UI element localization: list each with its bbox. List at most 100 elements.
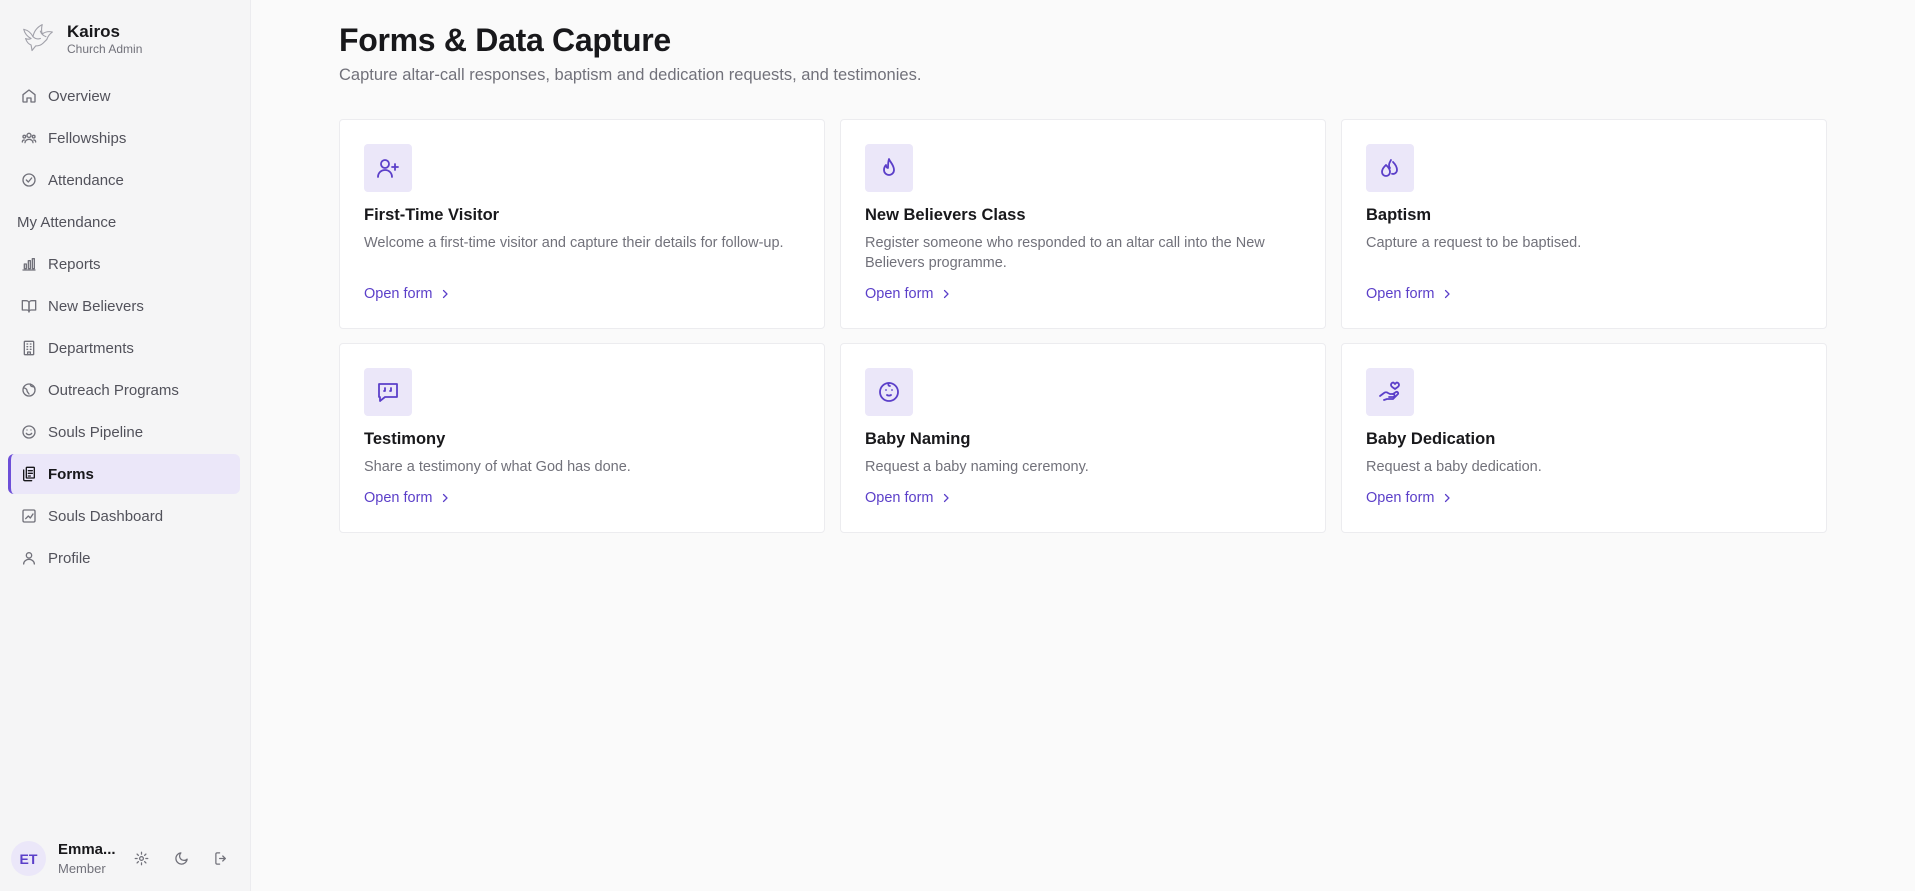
card-description: Register someone who responded to an alt… <box>865 235 1265 271</box>
gear-icon <box>134 851 148 865</box>
open-form-label: Open form <box>865 286 934 302</box>
theme-toggle-button[interactable] <box>172 849 190 867</box>
form-card-baby-naming[interactable]: Baby Naming Request a baby naming ceremo… <box>840 343 1326 533</box>
card-title: Testimony <box>364 430 446 448</box>
chevron-right-icon <box>943 289 949 299</box>
card-description: Share a testimony of what God has done. <box>364 459 631 475</box>
form-card-testimony[interactable]: Testimony Share a testimony of what God … <box>339 343 825 533</box>
moon-icon <box>174 851 188 865</box>
card-icon-box <box>364 368 412 416</box>
smile-icon <box>22 425 36 439</box>
card-description: Capture a request to be baptised. <box>1366 235 1582 251</box>
chevron-right-icon <box>943 493 949 503</box>
sidebar-item-label: Fellowships <box>48 129 127 147</box>
card-icon-box <box>865 368 913 416</box>
sidebar-item-reports[interactable]: Reports <box>8 244 240 284</box>
open-form-label: Open form <box>865 490 934 506</box>
open-form-link[interactable]: Open form <box>1366 286 1453 302</box>
card-title: Baby Dedication <box>1366 430 1496 448</box>
flame-icon <box>883 158 895 176</box>
card-icon-box <box>1366 144 1414 192</box>
card-description: Welcome a first-time visitor and capture… <box>364 235 784 251</box>
sidebar-item-souls-dashboard[interactable]: Souls Dashboard <box>8 496 240 536</box>
open-form-label: Open form <box>1366 286 1435 302</box>
hand-heart-icon <box>1379 381 1400 401</box>
card-icon-box <box>865 144 913 192</box>
sidebar-item-fellowships[interactable]: Fellowships <box>8 118 240 158</box>
globe-icon <box>22 383 36 397</box>
card-description: Request a baby naming ceremony. <box>865 459 1089 475</box>
sidebar-item-new-believers[interactable]: New Believers <box>8 286 240 326</box>
open-form-link[interactable]: Open form <box>865 286 952 302</box>
user-plus-icon <box>377 159 399 178</box>
card-title: First-Time Visitor <box>364 206 500 224</box>
page-title: Forms & Data Capture <box>339 22 671 58</box>
brand-subtitle: Church Admin <box>67 41 143 56</box>
sidebar-item-label: Departments <box>48 339 134 357</box>
open-form-link[interactable]: Open form <box>364 286 451 302</box>
sidebar-item-label: Outreach Programs <box>48 381 179 399</box>
sidebar-item-label: Profile <box>48 549 91 567</box>
card-title: Baby Naming <box>865 430 971 448</box>
sidebar-item-overview[interactable]: Overview <box>8 76 240 116</box>
chevron-right-icon <box>1444 493 1450 503</box>
brand-name: Kairos <box>67 21 120 41</box>
open-form-link[interactable]: Open form <box>865 490 952 506</box>
open-form-label: Open form <box>1366 490 1435 506</box>
sidebar-item-my-attendance[interactable]: My Attendance <box>8 202 240 242</box>
brand[interactable]: Kairos Church Admin <box>20 20 142 57</box>
chevron-right-icon <box>1444 289 1450 299</box>
sidebar-item-label: Souls Dashboard <box>48 507 164 525</box>
baby-icon <box>879 382 899 402</box>
logout-button[interactable] <box>212 849 230 867</box>
page-subtitle: Capture altar-call responses, baptism an… <box>339 66 922 84</box>
book-open-icon <box>21 300 37 313</box>
sidebar-item-label: Souls Pipeline <box>48 423 144 441</box>
bar-chart-icon <box>22 258 36 271</box>
form-card-baptism[interactable]: Baptism Capture a request to be baptised… <box>1341 119 1827 329</box>
chevron-right-icon <box>442 289 448 299</box>
sidebar-item-outreach-programs[interactable]: Outreach Programs <box>8 370 240 410</box>
main-content: Forms & Data Capture Capture altar-call … <box>251 0 1915 891</box>
open-form-label: Open form <box>364 490 433 506</box>
sidebar-item-attendance[interactable]: Attendance <box>8 160 240 200</box>
user-name: Emma... <box>58 841 116 858</box>
sidebar-item-souls-pipeline[interactable]: Souls Pipeline <box>8 412 240 452</box>
settings-button[interactable] <box>132 849 150 867</box>
message-quote-icon <box>378 383 398 402</box>
check-circle-icon <box>22 173 36 187</box>
form-card-new-believers-class[interactable]: New Believers Class Register someone who… <box>840 119 1326 329</box>
sidebar-item-label: New Believers <box>48 297 144 315</box>
group-icon <box>21 132 37 144</box>
card-icon-box <box>1366 368 1414 416</box>
dove-logo-icon <box>23 24 53 52</box>
user-icon <box>23 552 35 565</box>
sidebar-item-label: My Attendance <box>17 213 117 231</box>
sidebar-item-label: Overview <box>48 87 111 105</box>
sidebar: Kairos Church Admin Overview Fellowships… <box>0 0 251 891</box>
card-description: Request a baby dedication. <box>1366 459 1542 475</box>
chevron-right-icon <box>442 493 448 503</box>
building-icon <box>23 340 35 356</box>
card-title: New Believers Class <box>865 206 1026 224</box>
card-title: Baptism <box>1366 206 1432 224</box>
avatar[interactable]: ET <box>11 841 46 876</box>
sidebar-item-label: Attendance <box>48 171 124 189</box>
sidebar-item-profile[interactable]: Profile <box>8 538 240 578</box>
user-role: Member <box>58 861 106 876</box>
sidebar-item-departments[interactable]: Departments <box>8 328 240 368</box>
sidebar-item-forms[interactable]: Forms <box>8 454 240 494</box>
droplets-icon <box>1381 159 1398 177</box>
form-card-first-time-visitor[interactable]: First-Time Visitor Welcome a first-time … <box>339 119 825 329</box>
open-form-link[interactable]: Open form <box>364 490 451 506</box>
form-card-baby-dedication[interactable]: Baby Dedication Request a baby dedicatio… <box>1341 343 1827 533</box>
home-icon <box>22 89 36 103</box>
user-panel: ET Emma... Member <box>0 825 251 891</box>
open-form-link[interactable]: Open form <box>1366 490 1453 506</box>
card-icon-box <box>364 144 412 192</box>
sidebar-item-label: Reports <box>48 255 101 273</box>
chart-icon <box>22 509 36 523</box>
open-form-label: Open form <box>364 286 433 302</box>
logout-icon <box>214 851 226 865</box>
clipboard-icon <box>23 466 35 482</box>
